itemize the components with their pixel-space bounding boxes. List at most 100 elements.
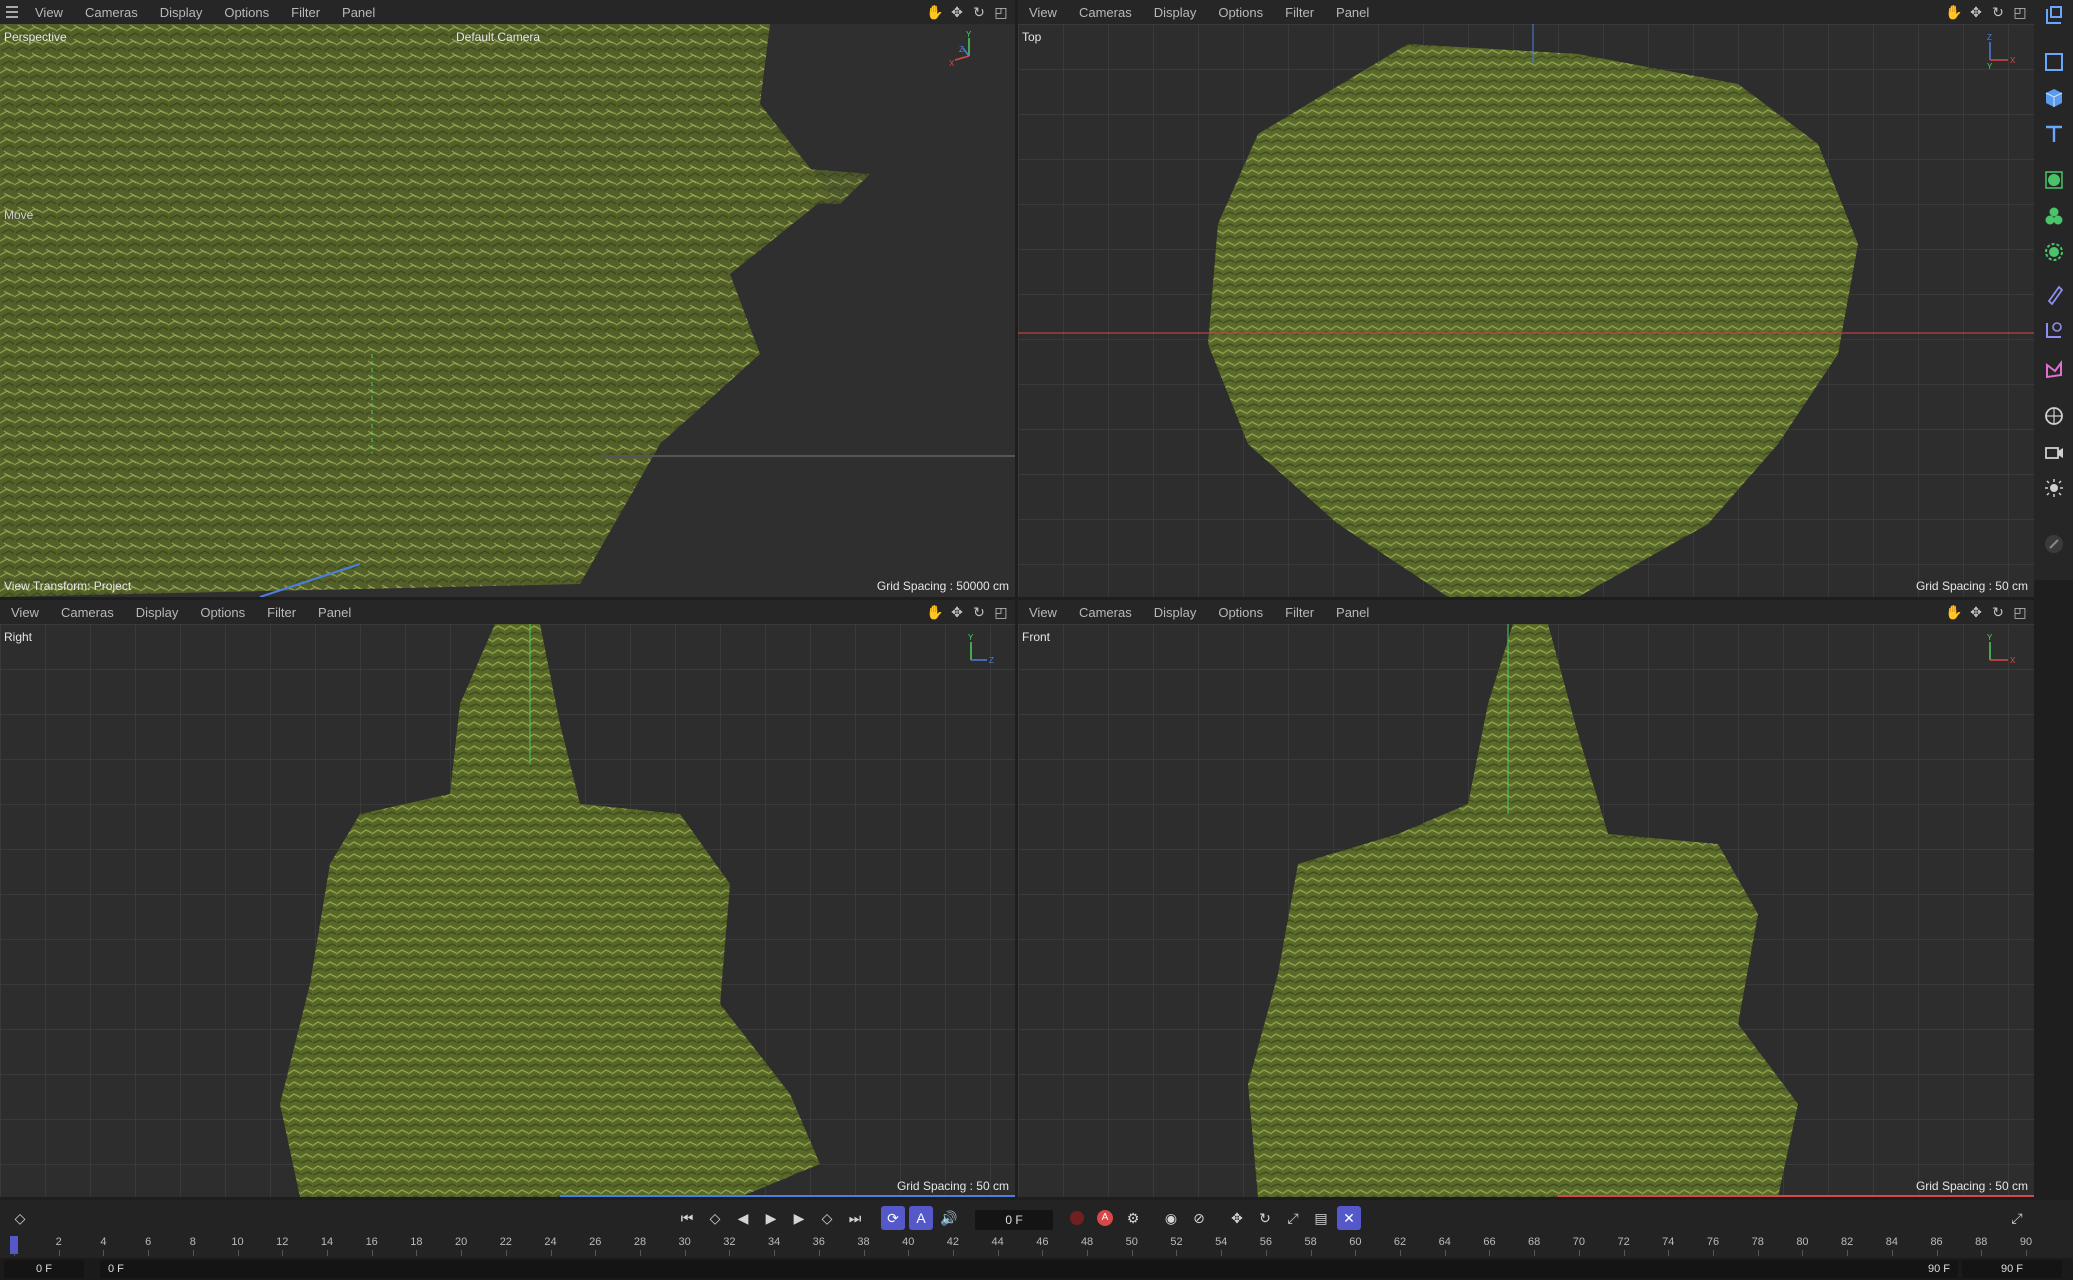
scene-icon[interactable] [2040, 356, 2068, 384]
menu-filter[interactable]: Filter [280, 5, 331, 20]
previous-frame-icon[interactable]: ◀ [731, 1206, 755, 1230]
menu-panel[interactable]: Panel [1325, 605, 1380, 620]
preview-range-slider[interactable]: 0 F 90 F [100, 1260, 1958, 1278]
rotate-view-icon[interactable]: ↻ [1990, 4, 2006, 20]
sound-icon[interactable]: 🔊 [937, 1206, 961, 1230]
menu-options[interactable]: Options [213, 5, 280, 20]
key-selection-icon[interactable]: ◉ [1159, 1206, 1183, 1230]
mograph-cloner-icon[interactable] [2040, 166, 2068, 194]
current-frame-field[interactable]: 0 F [975, 1210, 1053, 1230]
menu-panel[interactable]: Panel [307, 605, 362, 620]
timeline-expand-icon[interactable]: ⤢ [2005, 1206, 2029, 1230]
cube-outline-icon[interactable] [2040, 48, 2068, 76]
menu-panel[interactable]: Panel [1325, 5, 1380, 20]
pan-hand-icon[interactable]: ✋ [926, 604, 943, 620]
move-view-icon[interactable]: ✥ [1968, 604, 1984, 620]
menu-cameras[interactable]: Cameras [1068, 5, 1143, 20]
axis-x-label: X [2010, 656, 2016, 665]
playhead[interactable] [10, 1236, 18, 1254]
maximize-view-icon[interactable]: ◰ [993, 4, 1009, 20]
ruler-tick [1757, 1250, 1759, 1256]
ruler-tick [550, 1250, 552, 1256]
next-frame-icon[interactable]: ▶ [787, 1206, 811, 1230]
auto-range-icon[interactable]: A [909, 1206, 933, 1230]
position-key-icon[interactable]: ✥ [1225, 1206, 1249, 1230]
pla-key-icon[interactable]: ✕ [1337, 1206, 1361, 1230]
go-to-start-icon[interactable]: ⏮ [675, 1206, 699, 1230]
viewport-perspective[interactable]: View Cameras Display Options Filter Pane… [0, 0, 1015, 597]
start-frame-field[interactable]: 0 F [4, 1260, 84, 1278]
front-canvas[interactable] [1018, 624, 2034, 1197]
move-view-icon[interactable]: ✥ [1968, 4, 1984, 20]
move-view-icon[interactable]: ✥ [949, 4, 965, 20]
camera-icon[interactable] [2040, 438, 2068, 466]
menu-display[interactable]: Display [125, 605, 190, 620]
maximize-view-icon[interactable]: ◰ [2012, 604, 2028, 620]
menu-cameras[interactable]: Cameras [1068, 605, 1143, 620]
menu-filter[interactable]: Filter [1274, 605, 1325, 620]
hamburger-icon[interactable] [0, 6, 24, 18]
field-icon[interactable] [2040, 280, 2068, 308]
previous-key-icon[interactable]: ◇ [703, 1206, 727, 1230]
keyframe-diamond-icon[interactable]: ◇ [8, 1206, 32, 1230]
ruler-tick-label: 82 [1841, 1236, 1854, 1248]
end-frame-field[interactable]: 90 F [1962, 1260, 2062, 1278]
scale-key-icon[interactable]: ⤢ [1281, 1206, 1305, 1230]
axis-gizmo-right: Y Z [968, 633, 994, 665]
viewport-top[interactable]: View Cameras Display Options Filter Pane… [1018, 0, 2034, 597]
coordinate-system-icon[interactable] [2040, 2, 2068, 30]
menu-cameras[interactable]: Cameras [74, 5, 149, 20]
environment-icon[interactable] [2040, 402, 2068, 430]
perspective-canvas[interactable] [0, 24, 1015, 597]
menu-options[interactable]: Options [1207, 605, 1274, 620]
rotation-key-icon[interactable]: ↻ [1253, 1206, 1277, 1230]
ruler-tick-label: 38 [857, 1236, 870, 1248]
next-key-icon[interactable]: ◇ [815, 1206, 839, 1230]
timeline-ruler[interactable]: 0246810121416182022242628303234363840424… [0, 1234, 2073, 1256]
menu-display[interactable]: Display [1143, 5, 1208, 20]
viewport-right[interactable]: View Cameras Display Options Filter Pane… [0, 600, 1015, 1197]
camera-name[interactable]: Default Camera [456, 30, 540, 44]
menu-options[interactable]: Options [189, 605, 256, 620]
menu-panel[interactable]: Panel [331, 5, 386, 20]
menu-display[interactable]: Display [149, 5, 214, 20]
pan-hand-icon[interactable]: ✋ [1945, 4, 1962, 20]
generator-icon[interactable] [2040, 202, 2068, 230]
top-canvas[interactable] [1018, 24, 2034, 597]
key-mode-icon[interactable]: ⊘ [1187, 1206, 1211, 1230]
autokey-icon[interactable]: A [1093, 1206, 1117, 1230]
loop-icon[interactable]: ⟳ [881, 1206, 905, 1230]
rotate-view-icon[interactable]: ↻ [971, 604, 987, 620]
go-to-end-icon[interactable]: ⏭ [843, 1206, 867, 1230]
menu-display[interactable]: Display [1143, 605, 1208, 620]
menu-cameras[interactable]: Cameras [50, 605, 125, 620]
menu-filter[interactable]: Filter [256, 605, 307, 620]
record-icon[interactable] [1065, 1206, 1089, 1230]
menu-options[interactable]: Options [1207, 5, 1274, 20]
right-canvas[interactable] [0, 624, 1015, 1197]
brush-icon[interactable] [2040, 530, 2068, 558]
menu-view[interactable]: View [0, 605, 50, 620]
spline-icon[interactable] [2040, 316, 2068, 344]
play-icon[interactable]: ▶ [759, 1206, 783, 1230]
light-icon[interactable] [2040, 474, 2068, 502]
rotate-view-icon[interactable]: ↻ [1990, 604, 2006, 620]
pan-hand-icon[interactable]: ✋ [1945, 604, 1962, 620]
maximize-view-icon[interactable]: ◰ [993, 604, 1009, 620]
ruler-tick-label: 28 [633, 1236, 647, 1248]
ruler-tick [1265, 1250, 1267, 1256]
viewport-front[interactable]: View Cameras Display Options Filter Pane… [1018, 600, 2034, 1197]
parameter-key-icon[interactable]: ▤ [1309, 1206, 1333, 1230]
menu-view[interactable]: View [1018, 605, 1068, 620]
pan-hand-icon[interactable]: ✋ [926, 4, 943, 20]
keyframe-settings-icon[interactable]: ⚙ [1121, 1206, 1145, 1230]
rotate-view-icon[interactable]: ↻ [971, 4, 987, 20]
text-icon[interactable] [2040, 120, 2068, 148]
cube-icon[interactable] [2040, 84, 2068, 112]
menu-view[interactable]: View [1018, 5, 1068, 20]
menu-filter[interactable]: Filter [1274, 5, 1325, 20]
menu-view[interactable]: View [24, 5, 74, 20]
move-view-icon[interactable]: ✥ [949, 604, 965, 620]
maximize-view-icon[interactable]: ◰ [2012, 4, 2028, 20]
deformer-icon[interactable] [2040, 238, 2068, 266]
